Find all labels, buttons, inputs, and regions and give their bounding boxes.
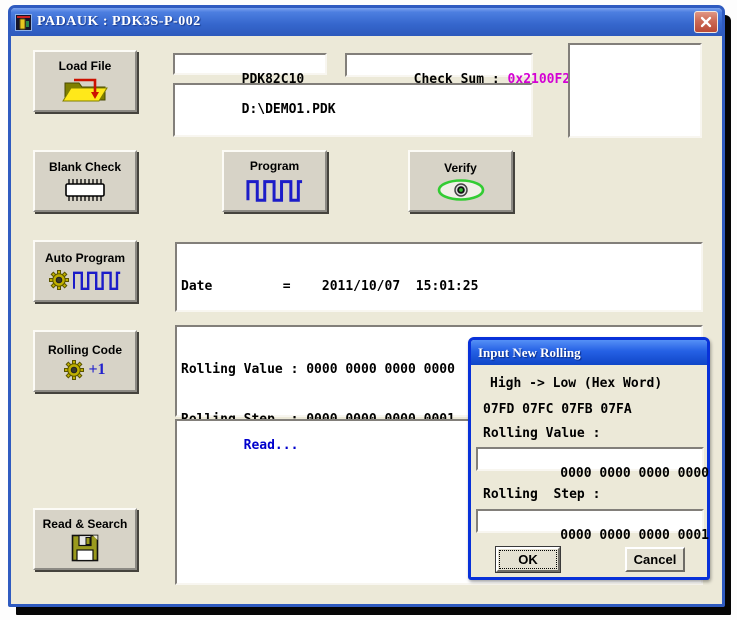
screenshot-canvas: PADAUK : PDK3S-P-002 Load File Blank C [0, 0, 737, 620]
aux-display-box [568, 43, 702, 138]
info-line-date: Date = 2011/10/07 15:01:25 [181, 279, 697, 296]
dialog-title: Input New Rolling [478, 345, 581, 361]
hex-order-hint: High -> Low (Hex Word) [490, 376, 662, 391]
title-bar: PADAUK : PDK3S-P-002 [11, 8, 722, 36]
checksum-field: Check Sum : 0x2100F2 [345, 53, 533, 77]
blank-check-button[interactable]: Blank Check [33, 150, 137, 212]
floppy-disk-icon [71, 534, 99, 562]
rolling-step-label: Rolling Step : [483, 487, 600, 502]
rolling-value-input[interactable]: 0000 0000 0000 0000 [476, 447, 704, 471]
close-button[interactable] [694, 11, 718, 33]
rolling-code-button[interactable]: Rolling Code [33, 330, 137, 392]
ok-button[interactable]: OK [496, 547, 560, 572]
rolling-code-label: Rolling Code [48, 343, 122, 357]
close-icon [700, 16, 712, 28]
app-icon [15, 14, 32, 31]
program-label: Program [250, 159, 299, 173]
rolling-value-label: Rolling Value : [483, 426, 600, 441]
rolling-code-icons: +1 [64, 360, 105, 380]
auto-program-label: Auto Program [45, 251, 125, 265]
verify-button[interactable]: Verify [408, 150, 513, 212]
waveform-icon [246, 176, 304, 204]
app-window: PADAUK : PDK3S-P-002 Load File Blank C [8, 5, 725, 607]
program-button[interactable]: Program [222, 150, 327, 212]
file-path-value: D:\DEMO1.PDK [242, 102, 336, 117]
open-folder-icon [62, 76, 108, 104]
ok-label: OK [518, 552, 538, 567]
read-search-button[interactable]: Read & Search [33, 508, 137, 570]
rolling-step-input-text: 0000 0000 0000 0001 [560, 528, 709, 543]
waveform-icon [73, 268, 121, 292]
gear-icon [49, 270, 69, 290]
eye-icon [436, 178, 486, 202]
plus-one-badge: +1 [88, 361, 105, 379]
gear-icon [64, 360, 84, 380]
blank-check-label: Blank Check [49, 160, 121, 174]
chip-name-field[interactable]: PDK82C10 [173, 53, 327, 75]
auto-program-icons [49, 268, 121, 292]
read-search-label: Read & Search [43, 517, 128, 531]
rolling-value-input-text: 0000 0000 0000 0000 [560, 466, 709, 481]
cancel-button[interactable]: Cancel [625, 547, 685, 572]
device-info-box: Date = 2011/10/07 15:01:25 Protect = Sec… [175, 242, 703, 312]
window-title: PADAUK : PDK3S-P-002 [37, 14, 201, 30]
auto-program-button[interactable]: Auto Program [33, 240, 137, 302]
dialog-title-bar[interactable]: Input New Rolling [471, 340, 707, 365]
cancel-label: Cancel [634, 552, 677, 567]
file-path-field[interactable]: D:\DEMO1.PDK [173, 83, 533, 137]
load-file-label: Load File [59, 59, 112, 73]
load-file-button[interactable]: Load File [33, 50, 137, 112]
input-new-rolling-dialog: Input New Rolling High -> Low (Hex Word)… [468, 337, 710, 580]
log-text: Read... [244, 438, 299, 453]
chip-icon [62, 177, 108, 203]
rolling-step-input[interactable]: 0000 0000 0000 0001 [476, 509, 704, 533]
client-area: Load File Blank Check [11, 36, 722, 604]
verify-label: Verify [444, 161, 477, 175]
hex-words: 07FD 07FC 07FB 07FA [483, 402, 632, 417]
